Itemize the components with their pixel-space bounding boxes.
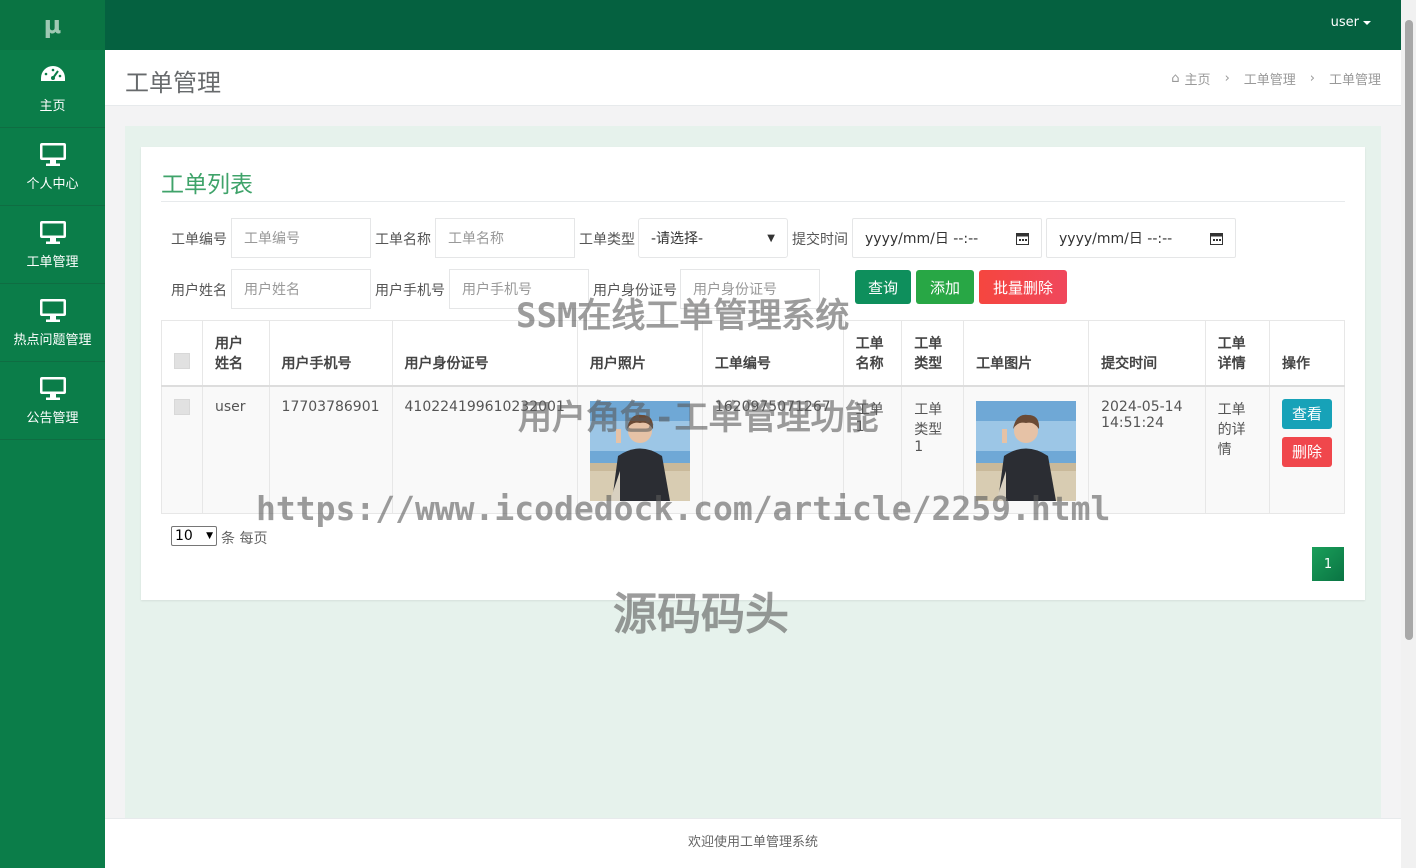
add-button[interactable]: 添加 [916,270,974,304]
sidebar-item-orders[interactable]: 工单管理 [0,206,105,284]
user-name: user [1330,15,1359,30]
chevron-down-icon: ▼ [767,232,775,244]
row-checkbox[interactable] [174,399,190,415]
user-name-label: 用户姓名 [171,283,227,299]
column-header: 用户手机号 [268,320,393,387]
table-header-row: 用户姓名 用户手机号 用户身份证号 用户照片 工单编号 工单名称 工单类型 工单… [161,320,1345,387]
sidebar-item-profile[interactable]: 个人中心 [0,128,105,206]
user-photo-image[interactable] [589,401,690,501]
breadcrumb-orders[interactable]: 工单管理 [1244,69,1296,88]
home-icon: ⌂ [1171,71,1180,86]
user-menu[interactable]: user [1331,15,1371,30]
order-type-select-value: -请选择- [651,231,704,247]
column-header: 操作 [1269,320,1345,387]
query-button[interactable]: 查询 [855,270,911,304]
per-page-label: 条 每页 [221,531,268,547]
page-size-value: 10 [175,528,193,544]
delete-button[interactable]: 删除 [1282,437,1332,467]
breadcrumb-home[interactable]: 主页 [1185,69,1211,88]
order-type-select[interactable]: -请选择- ▼ [638,218,788,258]
breadcrumb-current: 工单管理 [1328,73,1381,88]
sidebar-item-label: 热点问题管理 [13,333,92,348]
date-placeholder: yyyy/mm/日 --:-- [865,231,979,247]
calendar-icon [1210,232,1223,245]
select-all-cell [161,320,203,387]
order-type-label: 工单类型 [579,232,635,248]
column-header: 用户姓名 [202,320,270,387]
submit-time-start-input[interactable]: yyyy/mm/日 --:-- [852,218,1042,258]
order-image[interactable] [976,401,1077,501]
breadcrumb: ⌂ 主页 › 工单管理 › 工单管理 [1171,69,1381,88]
calendar-icon [1016,232,1029,245]
cell-order-type: 工单类型1 [901,385,965,514]
order-name-label: 工单名称 [375,232,431,248]
sidebar-item-label: 个人中心 [26,177,79,192]
order-no-label: 工单编号 [171,232,227,248]
user-idcard-label: 用户身份证号 [593,283,677,299]
submit-time-label: 提交时间 [792,232,848,248]
chevron-down-icon: ▼ [206,531,213,541]
submit-time-end-input[interactable]: yyyy/mm/日 --:-- [1046,218,1236,258]
topbar: user [105,0,1401,50]
row-select-cell [161,385,203,514]
column-header: 工单名称 [842,320,903,387]
page-header: 工单管理 ⌂ 主页 › 工单管理 › 工单管理 [105,50,1401,106]
cell-order-no: 1620975071267 [701,385,844,514]
sidebar-item-label: 工单管理 [26,255,79,270]
cell-user-photo [576,385,703,514]
user-idcard-input[interactable]: 用户身份证号 [680,269,820,309]
cell-user-name: user [202,385,270,514]
column-header: 用户照片 [576,320,703,387]
page-number-button[interactable]: 1 [1312,547,1344,581]
user-phone-input[interactable]: 用户手机号 [449,269,589,309]
cell-submit-time: 2024-05-14 14:51:24 [1088,385,1206,514]
chevron-right-icon: › [1224,71,1230,86]
user-name-input[interactable]: 用户姓名 [231,269,371,309]
cell-order-name: 工单1 [842,385,903,514]
monitor-icon [39,377,66,400]
order-name-input[interactable]: 工单名称 [435,218,575,258]
cell-actions: 查看 删除 [1269,385,1345,514]
order-no-input[interactable]: 工单编号 [231,218,371,258]
panel-title: 工单列表 [161,172,253,198]
scrollbar[interactable] [1401,0,1416,868]
orders-table: 用户姓名 用户手机号 用户身份证号 用户照片 工单编号 工单名称 工单类型 工单… [161,320,1345,514]
select-all-checkbox[interactable] [174,353,190,369]
cell-user-phone: 17703786901 [268,385,393,514]
dashboard-icon [40,66,65,81]
column-header: 工单编号 [701,320,844,387]
footer: 欢迎使用工单管理系统 [105,818,1401,868]
logo: μ [0,0,105,50]
date-placeholder: yyyy/mm/日 --:-- [1059,231,1173,247]
caret-down-icon [1363,20,1371,25]
sidebar-item-announcements[interactable]: 公告管理 [0,362,105,440]
chevron-right-icon: › [1309,71,1315,86]
table-row: user 17703786901 410224199610232001 1620… [161,385,1345,514]
divider [161,201,1345,202]
sidebar-item-label: 主页 [39,99,66,114]
column-header: 提交时间 [1088,320,1206,387]
cell-order-detail: 工单的详情 [1204,385,1271,514]
column-header: 用户身份证号 [391,320,578,387]
batch-delete-button[interactable]: 批量删除 [979,270,1067,304]
monitor-icon [39,143,66,166]
sidebar-item-hot-questions[interactable]: 热点问题管理 [0,284,105,362]
cell-order-image [963,385,1090,514]
scrollbar-thumb[interactable] [1405,20,1413,640]
view-button[interactable]: 查看 [1282,399,1332,429]
column-header: 工单详情 [1204,320,1271,387]
page-title: 工单管理 [125,69,221,97]
user-phone-label: 用户手机号 [375,283,445,299]
sidebar-item-home[interactable]: 主页 [0,50,105,128]
monitor-icon [39,299,66,322]
sidebar: μ 主页 个人中心 工单管理 热点问题管理 公告管理 [0,0,105,868]
page-size-select[interactable]: 10 ▼ [171,526,217,546]
monitor-icon [39,221,66,244]
sidebar-item-label: 公告管理 [26,411,79,426]
column-header: 工单图片 [963,320,1090,387]
column-header: 工单类型 [901,320,965,387]
cell-user-idcard: 410224199610232001 [391,385,578,514]
